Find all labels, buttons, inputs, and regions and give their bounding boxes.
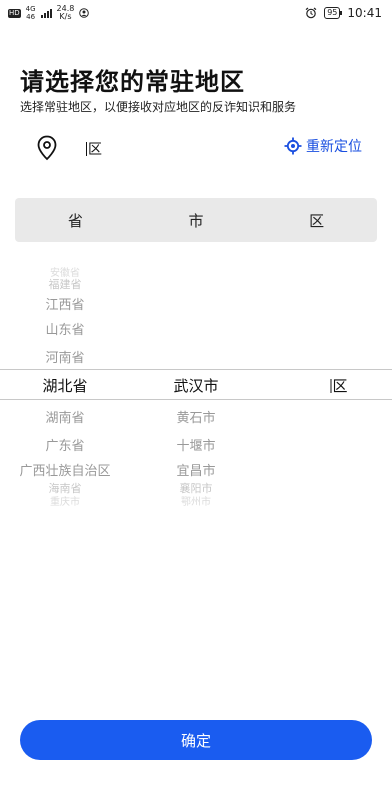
alarm-icon	[305, 7, 317, 19]
network-speed: 24.8 K/s	[57, 5, 75, 21]
province-option[interactable]: 重庆市	[50, 493, 80, 508]
relocate-button[interactable]: 重新定位	[284, 136, 362, 156]
province-option-selected[interactable]: 湖北省	[42, 375, 87, 396]
network-type-top: 4G	[25, 5, 36, 13]
status-bar: HD 4G 46 24.8 K/s 95 10:41	[0, 0, 392, 26]
locate-crosshair-icon	[284, 137, 302, 155]
page-title: 请选择您的常驻地区	[20, 68, 245, 96]
user-icon	[79, 8, 90, 18]
confirm-button[interactable]: 确定	[20, 720, 372, 760]
district-selected-label: 区	[332, 377, 348, 395]
city-option[interactable]: 黄石市	[176, 407, 215, 426]
picker-header-city: 市	[188, 211, 204, 230]
province-option[interactable]: 江西省	[45, 294, 84, 313]
network-type: 4G 46	[26, 5, 36, 21]
province-option[interactable]: 广西壮族自治区	[19, 460, 110, 479]
status-time: 10:41	[347, 6, 382, 20]
text-cursor	[330, 379, 332, 393]
status-right: 95 10:41	[305, 6, 382, 20]
picker-header: 省 市 区	[15, 198, 377, 242]
city-option[interactable]: 宜昌市	[176, 460, 215, 479]
province-option[interactable]: 广东省	[45, 435, 84, 454]
network-type-bottom: 46	[26, 13, 36, 21]
city-option[interactable]: 十堰市	[176, 435, 215, 454]
province-option[interactable]: 山东省	[45, 319, 84, 338]
page-subtitle: 选择常驻地区，以便接收对应地区的反诈知识和服务	[20, 100, 297, 114]
province-option[interactable]: 河南省	[45, 347, 84, 366]
status-left: HD 4G 46 24.8 K/s	[8, 5, 90, 21]
region-picker-wheels[interactable]: 安徽省 福建省 江西省 山东省 河南省 湖北省 湖南省 广东省 广西壮族自治区 …	[0, 262, 392, 508]
relocate-label: 重新定位	[306, 139, 362, 155]
picker-header-district: 区	[309, 211, 325, 230]
city-option-selected[interactable]: 武汉市	[173, 375, 218, 396]
picker-header-province: 省	[67, 211, 83, 230]
selection-line-top	[0, 369, 392, 370]
signal-icon	[40, 8, 52, 18]
location-pin-icon	[37, 135, 57, 161]
selection-line-bottom	[0, 399, 392, 400]
current-location-row: 区 重新定位	[0, 130, 392, 166]
province-option[interactable]: 福建省	[49, 276, 82, 292]
current-area-text: 区	[86, 139, 102, 159]
speed-unit: K/s	[59, 12, 72, 21]
current-area-label: 区	[88, 142, 102, 158]
city-option[interactable]: 鄂州市	[181, 493, 211, 508]
hd-badge: HD	[8, 8, 21, 18]
text-cursor	[86, 142, 87, 156]
province-option[interactable]: 湖南省	[45, 407, 84, 426]
district-option-selected[interactable]: 区	[330, 375, 348, 396]
battery-icon: 95	[324, 7, 343, 19]
